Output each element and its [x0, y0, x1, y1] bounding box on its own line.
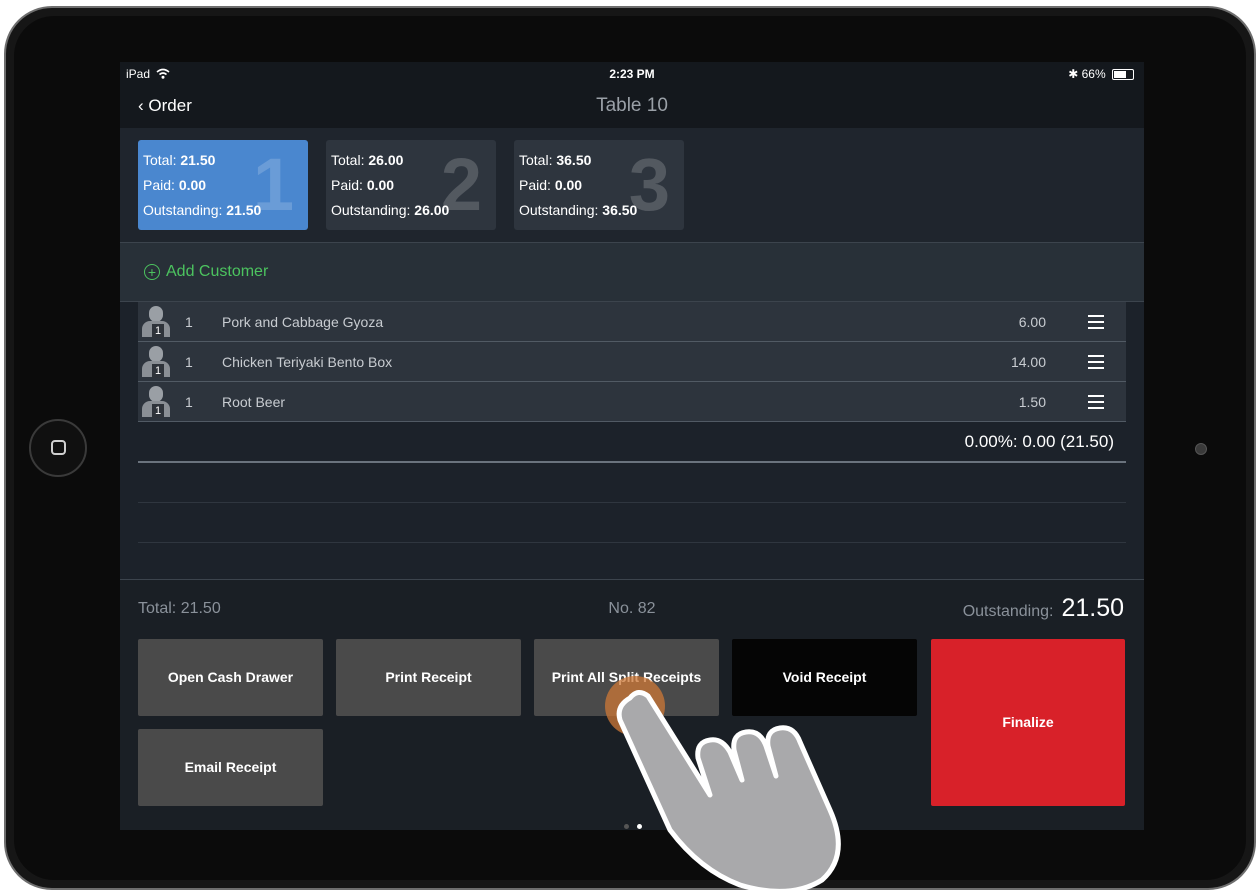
- item-name: Chicken Teriyaki Bento Box: [222, 354, 393, 370]
- nav-bar: ‹ Order Table 10: [120, 84, 1144, 128]
- item-price: 14.00: [1010, 354, 1046, 370]
- seat-badge: 1: [152, 324, 164, 338]
- home-button[interactable]: [29, 419, 87, 477]
- divider: [138, 502, 1126, 503]
- plus-circle-icon: +: [144, 264, 160, 280]
- home-square-icon: [51, 440, 66, 455]
- person-icon: 1: [140, 345, 172, 379]
- discount-line: 0.00%: 0.00 (21.50): [964, 432, 1114, 451]
- split-outstanding: 21.50: [226, 202, 262, 218]
- email-receipt-button[interactable]: Email Receipt: [138, 729, 323, 806]
- item-qty: 1: [185, 314, 193, 330]
- open-cash-drawer-button[interactable]: Open Cash Drawer: [138, 639, 323, 716]
- item-qty: 1: [185, 354, 193, 370]
- split-outstanding: 36.50: [602, 202, 638, 218]
- item-price: 6.00: [1018, 314, 1046, 330]
- person-icon: 1: [140, 385, 172, 419]
- customer-row: + Add Customer: [120, 243, 1144, 302]
- order-items: 1 1 Pork and Cabbage Gyoza 6.00 1 1 Chic…: [138, 302, 1126, 543]
- divider: [138, 461, 1126, 463]
- menu-icon[interactable]: [1088, 395, 1104, 409]
- person-icon: 1: [140, 305, 172, 339]
- add-customer-button[interactable]: + Add Customer: [144, 263, 268, 281]
- pointing-hand-icon: [616, 690, 841, 890]
- battery-percent: 66%: [1081, 67, 1106, 81]
- split-tile-3[interactable]: 3 Total: 36.50 Paid: 0.00 Outstanding: 3…: [514, 140, 684, 230]
- split-paid: 0.00: [366, 177, 395, 193]
- item-name: Pork and Cabbage Gyoza: [222, 314, 384, 330]
- status-time: 2:23 PM: [609, 67, 655, 81]
- menu-icon[interactable]: [1088, 355, 1104, 369]
- item-price: 1.50: [1018, 394, 1046, 410]
- footer-outstanding: Outstanding: 21.50: [962, 594, 1124, 622]
- seat-badge: 1: [152, 364, 164, 378]
- seat-badge: 1: [152, 404, 164, 418]
- finalize-button[interactable]: Finalize: [931, 639, 1125, 806]
- split-total: 36.50: [556, 152, 592, 168]
- split-paid: 0.00: [554, 177, 583, 193]
- list-item[interactable]: 1 1 Pork and Cabbage Gyoza 6.00: [138, 302, 1126, 342]
- print-receipt-button[interactable]: Print Receipt: [336, 639, 521, 716]
- page-title: Table 10: [596, 95, 668, 116]
- list-item[interactable]: 1 1 Root Beer 1.50: [138, 382, 1126, 422]
- split-outstanding: 26.00: [414, 202, 450, 218]
- split-total: 26.00: [368, 152, 404, 168]
- menu-icon[interactable]: [1088, 315, 1104, 329]
- outstanding-value: 21.50: [1061, 594, 1124, 622]
- divider: [138, 542, 1126, 543]
- battery-icon: [1112, 69, 1134, 81]
- split-tile-2[interactable]: 2 Total: 26.00 Paid: 0.00 Outstanding: 2…: [326, 140, 496, 230]
- camera: [1195, 443, 1207, 455]
- split-paid: 0.00: [178, 177, 207, 193]
- list-item[interactable]: 1 1 Chicken Teriyaki Bento Box 14.00: [138, 342, 1126, 382]
- item-qty: 1: [185, 394, 193, 410]
- add-customer-label: Add Customer: [166, 263, 269, 280]
- bluetooth-icon: ✱: [1068, 67, 1079, 81]
- split-tile-1[interactable]: 1 Total: 21.50 Paid: 0.00 Outstanding: 2…: [138, 140, 308, 230]
- split-total: 21.50: [180, 152, 216, 168]
- split-tiles: 1 Total: 21.50 Paid: 0.00 Outstanding: 2…: [120, 128, 1144, 243]
- item-name: Root Beer: [222, 394, 286, 410]
- status-bar: iPad 2:23 PM ✱ 66%: [120, 62, 1144, 84]
